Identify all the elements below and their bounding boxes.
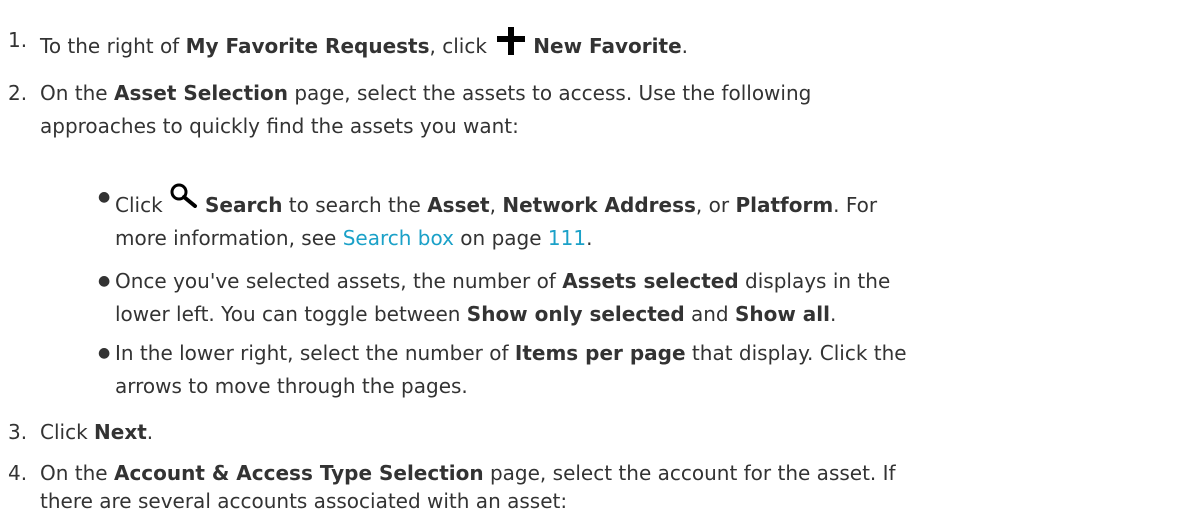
bullet-line: arrows to move through the pages. [115, 371, 1185, 401]
bullet-text: . [586, 226, 593, 250]
step-line: On the Asset Selection page, select the … [40, 78, 1180, 108]
bullet-line: lower left. You can toggle between Show … [115, 299, 1185, 329]
ui-term: Assets selected [562, 269, 739, 293]
bullet-text: Click [115, 193, 170, 217]
bullet-text: that display. Click the [685, 341, 907, 365]
bullet-text: , or [695, 193, 736, 217]
ui-term: Platform [735, 193, 834, 217]
step-number: 1. [8, 28, 28, 52]
step-line: approaches to quickly find the assets yo… [40, 111, 1180, 141]
bullet-items-per-page: ● In the lower right, select the number … [0, 338, 1185, 401]
ui-term: My Favorite Requests [185, 34, 430, 58]
step-4: 4. On the Account & Access Type Selectio… [0, 458, 1180, 516]
page-number-link[interactable]: 111 [548, 226, 586, 250]
step-text: On the [40, 81, 114, 105]
bullet-text: and [684, 302, 735, 326]
bullet-search: ● Click Search to search the Asset, Netw… [0, 182, 1185, 253]
step-number: 2. [8, 81, 28, 105]
bullet-text: arrows to move through the pages. [115, 374, 468, 398]
step-line: there are several accounts associated wi… [40, 486, 1180, 516]
step-text: there are several accounts associated wi… [40, 489, 568, 513]
ui-term: Asset [427, 193, 490, 217]
ui-term: Account & Access Type Selection [113, 461, 484, 485]
bullet-text: . For [833, 193, 878, 217]
step-3: 3. Click Next. [0, 417, 153, 447]
step-text: , click [429, 34, 494, 58]
step-2: 2. On the Asset Selection page, select t… [0, 78, 1180, 141]
magnifier-icon [169, 182, 199, 216]
bullet-text: Once you've selected assets, the number … [115, 269, 563, 293]
step-text: . [681, 34, 688, 58]
bullet-assets-selected: ● Once you've selected assets, the numbe… [0, 266, 1185, 329]
ui-term: Search [205, 193, 283, 217]
bullet-text: lower left. You can toggle between [115, 302, 467, 326]
bullet-line: Click Search to search the Asset, Networ… [115, 182, 1185, 220]
step-text: page, select the account for the asset. … [483, 461, 896, 485]
step-number: 3. [8, 420, 28, 444]
step-text: approaches to quickly find the assets yo… [40, 114, 519, 138]
bullet-line: more information, see Search box on page… [115, 223, 1185, 253]
bullet-line: Once you've selected assets, the number … [115, 266, 1185, 296]
search-box-link[interactable]: Search box [343, 226, 454, 250]
bullet-text: . [830, 302, 837, 326]
ui-term: Show only selected [466, 302, 685, 326]
bullet-dot: ● [98, 273, 111, 289]
ui-term: New Favorite [533, 34, 682, 58]
bullet-text: on page [453, 226, 548, 250]
bullet-text: to search the [282, 193, 428, 217]
step-text: page, select the assets to access. Use t… [287, 81, 812, 105]
step-text: . [146, 420, 154, 444]
ui-term: Asset Selection [113, 81, 288, 105]
ui-term: Network Address [502, 193, 696, 217]
step-text: To the right of [40, 34, 186, 58]
step-line: On the Account & Access Type Selection p… [40, 458, 1180, 488]
bullet-text: more information, see [115, 226, 343, 250]
bullet-line: In the lower right, select the number of… [115, 338, 1185, 368]
step-text: On the [40, 461, 114, 485]
bullet-text: , [489, 193, 503, 217]
bullet-dot: ● [98, 345, 111, 361]
ui-term: Items per page [514, 341, 686, 365]
bullet-dot: ● [98, 189, 111, 205]
step-1: 1. To the right of My Favorite Requests, … [0, 25, 688, 65]
ui-term: Show all [734, 302, 831, 326]
plus-icon [495, 25, 527, 65]
step-number: 4. [8, 461, 28, 485]
step-text: Click [40, 420, 95, 444]
bullet-text: In the lower right, select the number of [115, 341, 515, 365]
bullet-text: displays in the [738, 269, 891, 293]
ui-term: Next [94, 420, 147, 444]
